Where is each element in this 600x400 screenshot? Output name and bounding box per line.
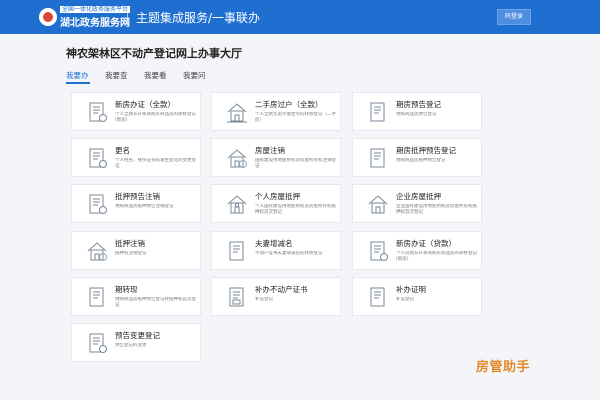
service-description: 抵押权注销登记	[115, 251, 147, 256]
service-description: 预购商品房抵押预告登记	[396, 158, 446, 163]
service-card[interactable]: 个人房屋抵押个人国有建设用地使用权及房屋所有权抵押权首次登记	[211, 184, 341, 223]
logo-subtitle: 全国一体化政务服务平台	[60, 6, 131, 13]
service-card[interactable]: 新房办证（全款） 个人全款从开发商购买商品房的转移登记(新房)	[71, 92, 201, 131]
document-cancel-icon	[85, 192, 109, 216]
service-card[interactable]: 补办不动产证书补证登记	[211, 277, 341, 316]
service-name: 更名	[115, 146, 130, 155]
service-name: 期转现	[115, 285, 138, 294]
service-card[interactable]: 期房抵押预告登记预购商品房抵押预告登记	[352, 138, 482, 177]
service-name: 房屋注销	[255, 146, 285, 155]
service-description: 个人国有建设用地使用权及房屋所有权抵押权首次登记	[255, 204, 336, 215]
service-description: 企业国有建设用地使用权及房屋所有权抵押权首次登记	[396, 204, 477, 215]
service-card[interactable]: 期转现预购商品房抵押预告登记转抵押权首次登记	[71, 277, 201, 316]
service-description: 预购商品房预告登记	[396, 112, 437, 117]
service-description: 个人贷款从开发商购买商品房的转移登记(新房)	[396, 251, 477, 262]
service-card[interactable]: 新房办证（贷款） 个人贷款从开发商购买商品房的转移登记(新房)	[352, 231, 482, 270]
service-description: 补证登记	[255, 297, 273, 302]
service-name: 夫妻增减名	[255, 239, 293, 248]
document-list-icon	[366, 100, 390, 124]
tab-query[interactable]: 我要查	[105, 70, 128, 81]
document-list-icon	[366, 146, 390, 170]
tab-handle[interactable]: 我要办	[66, 70, 89, 81]
service-card[interactable]: 补办证明 补证登记	[352, 277, 482, 316]
service-card[interactable]: 抵押预告注销预购商品房抵押预告注销登记	[71, 184, 201, 223]
service-name: 企业房屋抵押	[396, 192, 441, 201]
document-image-icon	[225, 285, 249, 309]
house-cancel-icon	[225, 146, 249, 170]
service-card[interactable]: 期房预告登记预购商品房预告登记	[352, 92, 482, 131]
service-name: 期房抵押预告登记	[396, 146, 456, 155]
service-card[interactable]: 更名个人姓名、身份证号码发生变化的变更登记	[71, 138, 201, 177]
service-name: 期房预告登记	[396, 100, 441, 109]
login-button[interactable]: 码登录	[497, 9, 531, 25]
service-name: 补办不动产证书	[255, 285, 308, 294]
service-name: 个人房屋抵押	[255, 192, 300, 201]
logo-title[interactable]: 湖北政务服务网	[60, 14, 130, 29]
service-card[interactable]: 房屋注销国有建设用地使用权及房屋所有权注销登记	[211, 138, 341, 177]
service-name: 二手房过户（全款）	[255, 100, 323, 109]
service-name: 新房办证（贷款）	[396, 239, 456, 248]
service-description: 预购商品房抵押预告登记转抵押权首次登记	[115, 297, 196, 308]
watermark-text: 房管助手	[476, 360, 531, 375]
document-list-icon	[85, 285, 109, 309]
header-divider	[127, 9, 128, 25]
service-description: 不动产证书夫妻增减名的转移登记	[255, 251, 323, 256]
document-person-icon	[85, 331, 109, 355]
service-name: 新房办证（全款）	[115, 100, 175, 109]
tab-view[interactable]: 我要看	[144, 70, 167, 81]
service-description: 预购商品房抵押预告注销登记	[115, 204, 174, 209]
document-list-icon	[366, 285, 390, 309]
tab-ask[interactable]: 我要问	[183, 70, 206, 81]
document-person-icon	[366, 239, 390, 263]
service-name: 抵押预告注销	[115, 192, 160, 201]
house-building-icon	[366, 192, 390, 216]
house-cancel-icon	[85, 239, 109, 263]
service-card[interactable]: 预告变更登记预告登记的变更	[71, 323, 201, 362]
service-card[interactable]: 二手房过户（全款） 个人全款买卖存量住宅的转移登记（二手房）	[211, 92, 341, 131]
service-card[interactable]: 夫妻增减名不动产证书夫妻增减名的转移登记	[211, 231, 341, 270]
service-name: 抵押注销	[115, 239, 145, 248]
service-name: 预告变更登记	[115, 331, 160, 340]
building-transfer-icon	[225, 100, 249, 124]
header-title: 主题集成服务/一事联办	[136, 11, 261, 25]
service-card[interactable]: 企业房屋抵押企业国有建设用地使用权及房屋所有权抵押权首次登记	[352, 184, 482, 223]
service-description: 预告登记的变更	[115, 343, 147, 348]
active-tab-indicator	[66, 82, 90, 84]
document-person-icon	[85, 100, 109, 124]
service-description: 个人全款从开发商购买商品房的转移登记(新房)	[115, 112, 196, 123]
emblem-icon	[39, 8, 57, 26]
page-title: 神农架林区不动产登记网上办事大厅	[66, 47, 242, 60]
house-person-icon	[225, 192, 249, 216]
top-bar: 全国一体化政务服务平台 湖北政务服务网 主题集成服务/一事联办 码登录	[0, 0, 600, 34]
document-person-icon	[85, 146, 109, 170]
service-description: 个人姓名、身份证号码发生变化的变更登记	[115, 158, 196, 169]
service-description: 补证登记	[396, 297, 414, 302]
service-card[interactable]: 抵押注销抵押权注销登记	[71, 231, 201, 270]
service-description: 个人全款买卖存量住宅的转移登记（二手房）	[255, 112, 336, 123]
document-list-icon	[225, 239, 249, 263]
service-description: 国有建设用地使用权及房屋所有权注销登记	[255, 158, 336, 169]
service-name: 补办证明	[396, 285, 426, 294]
